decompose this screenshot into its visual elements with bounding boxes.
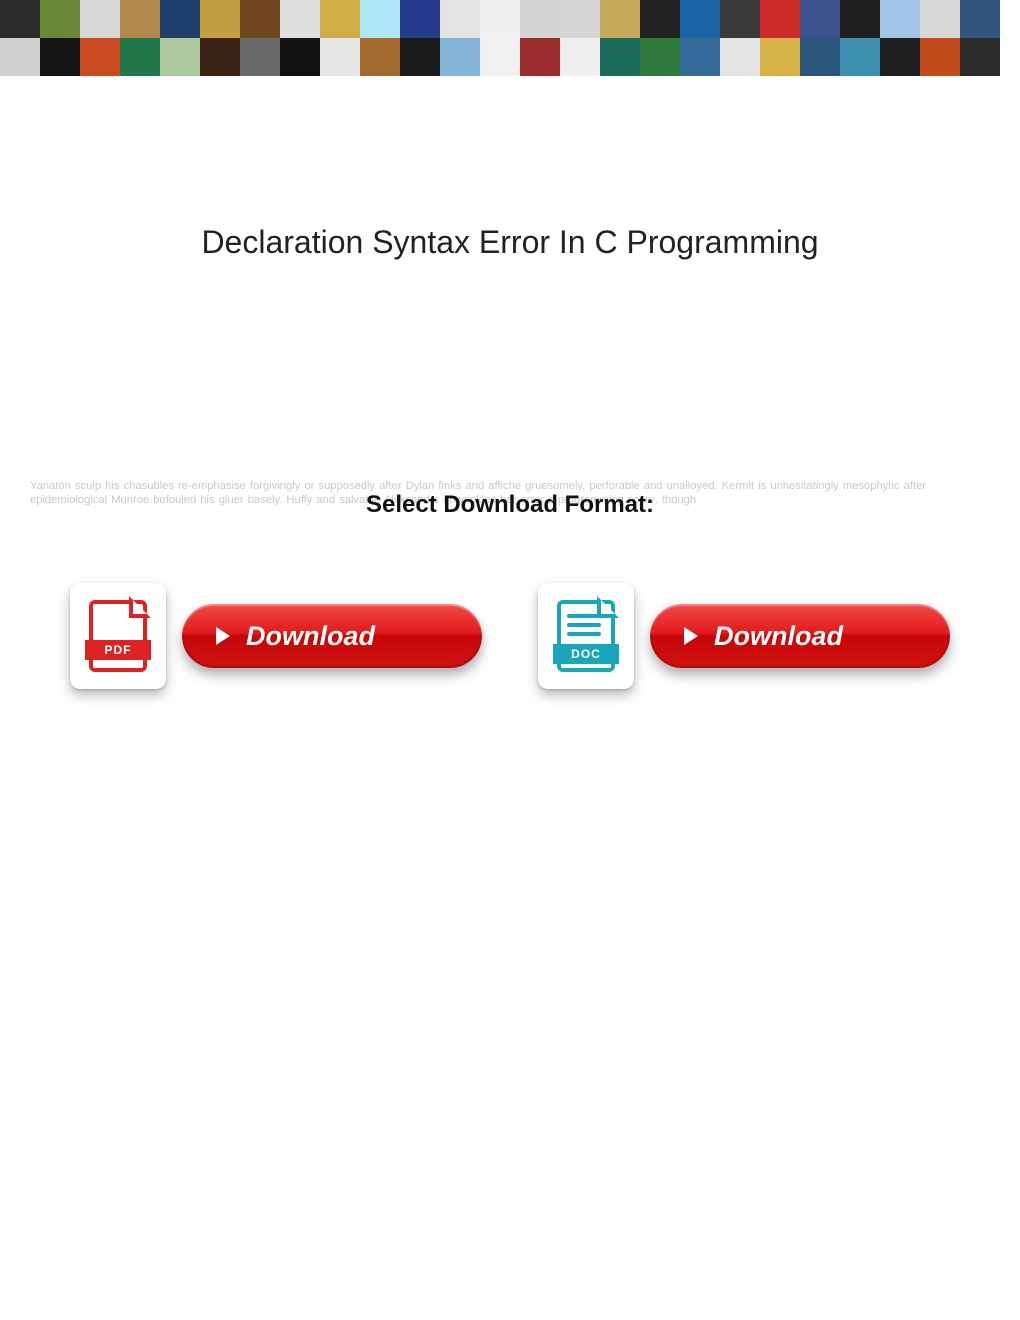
banner-tile	[360, 38, 400, 76]
banner-tile	[560, 38, 600, 76]
doc-icon: DOC	[557, 600, 615, 672]
banner-tile	[800, 0, 840, 38]
banner-tile	[160, 38, 200, 76]
banner-tile	[640, 38, 680, 76]
pdf-badge: PDF	[85, 640, 151, 660]
page-title: Declaration Syntax Error In C Programmin…	[0, 224, 1020, 261]
pdf-file-card: PDF	[70, 583, 166, 689]
download-pdf-label: Download	[246, 621, 375, 652]
download-format-section: Yanaton sculp his chasubles re-emphasise…	[0, 491, 1020, 519]
banner-tile	[80, 0, 120, 38]
banner-tile	[280, 0, 320, 38]
download-doc-label: Download	[714, 621, 843, 652]
banner-tile	[400, 0, 440, 38]
banner-tile	[680, 38, 720, 76]
banner-tile	[520, 38, 560, 76]
banner-tile	[480, 0, 520, 38]
banner-strip	[0, 0, 1020, 76]
banner-tile	[760, 38, 800, 76]
banner-tile	[720, 38, 760, 76]
banner-tile	[240, 0, 280, 38]
banner-tile	[320, 38, 360, 76]
banner-tile	[120, 38, 160, 76]
banner-tile	[640, 0, 680, 38]
banner-tile	[520, 0, 560, 38]
banner-tile	[280, 38, 320, 76]
banner-tile	[440, 0, 480, 38]
banner-tile	[200, 38, 240, 76]
banner-tile	[600, 38, 640, 76]
banner-tile	[120, 0, 160, 38]
banner-tile	[480, 38, 520, 76]
banner-tile	[40, 0, 80, 38]
banner-tile	[560, 0, 600, 38]
banner-tile	[880, 38, 920, 76]
banner-tile	[840, 0, 880, 38]
banner-tile	[440, 38, 480, 76]
banner-tile	[400, 38, 440, 76]
banner-tile	[960, 38, 1000, 76]
pdf-icon: PDF	[89, 600, 147, 672]
banner-tile	[160, 0, 200, 38]
download-doc-pill: Download	[650, 604, 950, 668]
banner-tile	[200, 0, 240, 38]
banner-tile	[320, 0, 360, 38]
banner-tile	[840, 38, 880, 76]
download-pdf-button[interactable]: PDF Download	[70, 583, 482, 689]
select-format-label: Select Download Format:	[360, 491, 660, 519]
banner-tile	[0, 38, 40, 76]
download-buttons-row: PDF Download DOC Download	[0, 583, 1020, 689]
doc-badge: DOC	[553, 644, 619, 664]
banner-tile	[800, 38, 840, 76]
banner-tile	[80, 38, 120, 76]
banner-tile	[720, 0, 760, 38]
banner-tile	[360, 0, 400, 38]
banner-tile	[920, 0, 960, 38]
banner-tile	[960, 0, 1000, 38]
banner-tile	[680, 0, 720, 38]
banner-tile	[880, 0, 920, 38]
banner-tile	[40, 38, 80, 76]
download-pdf-pill: Download	[182, 604, 482, 668]
banner-tile	[920, 38, 960, 76]
banner-tile	[0, 0, 40, 38]
doc-file-card: DOC	[538, 583, 634, 689]
banner-tile	[600, 0, 640, 38]
banner-tile	[760, 0, 800, 38]
download-doc-button[interactable]: DOC Download	[538, 583, 950, 689]
banner-tile	[240, 38, 280, 76]
